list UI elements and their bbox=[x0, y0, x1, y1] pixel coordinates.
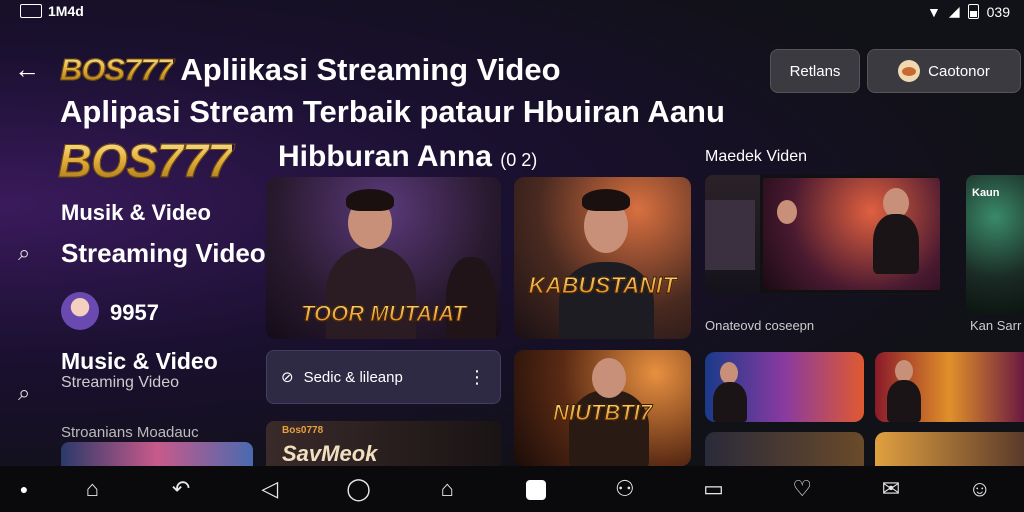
side-card-label: Kan Sarr bbox=[970, 318, 1022, 333]
page-title-line2: Aplipasi Stream Terbaik pataur Hbuiran A… bbox=[60, 94, 725, 129]
bottom-nav: ● ⌂ ↶ ◁ ◯ ⌂ ⚇ ▭ ♡ ✉ ☺ bbox=[0, 466, 1024, 512]
search-icon-2[interactable]: ⌕ bbox=[18, 380, 30, 406]
sidebar-item-sub: Streaming Video bbox=[61, 374, 179, 391]
side-screen bbox=[705, 200, 755, 270]
caotonor-label: Caotonor bbox=[928, 62, 990, 80]
sidebar-item-music-video-2[interactable]: Music & Video bbox=[61, 348, 218, 375]
video-card-6[interactable] bbox=[875, 352, 1024, 422]
dot-icon: ● bbox=[19, 481, 29, 497]
back-triangle-icon[interactable]: ◁ bbox=[225, 476, 314, 502]
brand-logo-small: BOS777 bbox=[60, 52, 175, 88]
status-right: ▼ ◢ 039 bbox=[927, 3, 1010, 20]
video-card-4[interactable]: Bos0778 SavMeok bbox=[266, 421, 501, 466]
card3-caption: NIUTBTI7 bbox=[514, 400, 691, 426]
video-card-3[interactable]: NIUTBTI7 bbox=[514, 350, 691, 466]
notification-icon bbox=[20, 4, 42, 18]
heart-icon[interactable]: ♡ bbox=[758, 476, 847, 502]
video-card-7[interactable] bbox=[705, 432, 864, 466]
status-time: 039 bbox=[986, 3, 1010, 20]
subtitle-text: Hibburan Anna bbox=[278, 140, 492, 173]
battery-icon bbox=[967, 4, 979, 19]
recents-icon[interactable] bbox=[492, 476, 581, 502]
status-left: 1M4d bbox=[20, 3, 84, 19]
status-left-text: 1M4d bbox=[48, 3, 84, 19]
chat-icon[interactable]: ◯ bbox=[314, 476, 403, 502]
home-icon[interactable]: ⌂ bbox=[48, 476, 137, 502]
tv-icon[interactable]: ▭ bbox=[669, 476, 758, 502]
profile-icon[interactable]: ☺ bbox=[935, 476, 1024, 502]
more-vert-icon[interactable]: ⋮ bbox=[468, 367, 486, 388]
tag-icon: ⊘ bbox=[281, 369, 294, 386]
card4-top: Bos0778 bbox=[282, 425, 324, 436]
page-title-line1: BOS777 Apliikasi Streaming Video bbox=[60, 52, 561, 88]
sidebar-thumbnail[interactable] bbox=[61, 442, 253, 466]
back-arrow-icon[interactable]: ← bbox=[14, 56, 42, 84]
status-bar: 1M4d ▼ ◢ 039 bbox=[0, 0, 1024, 22]
video-card-1[interactable]: TOOR MUTAIAT bbox=[266, 177, 501, 339]
undo-icon[interactable]: ↶ bbox=[137, 476, 226, 502]
video-card-2[interactable]: KABUSTANIT bbox=[514, 177, 691, 339]
user-count: 9957 bbox=[110, 300, 159, 325]
tv-caption: Onateovd coseepn bbox=[705, 318, 815, 333]
section-title: Maedek Viden bbox=[705, 148, 807, 165]
page-subtitle: Hibburan Anna (0 2) bbox=[278, 140, 537, 174]
search-icon[interactable]: ⌕ bbox=[18, 240, 30, 266]
section-label: Stroanians Moadauc bbox=[61, 424, 199, 441]
card1-caption: TOOR MUTAIAT bbox=[266, 301, 501, 327]
sidebar-item-music-video[interactable]: Musik & Video bbox=[61, 200, 211, 226]
mail-icon[interactable]: ✉ bbox=[847, 476, 936, 502]
tv-screen bbox=[760, 175, 940, 293]
video-card-8[interactable] bbox=[875, 432, 1024, 466]
avatar[interactable] bbox=[61, 292, 99, 330]
signal-icon: ◢ bbox=[948, 3, 960, 19]
wifi-icon: ▼ bbox=[927, 3, 941, 20]
subtitle-badge: (0 2) bbox=[500, 150, 538, 170]
caotonor-button[interactable]: Caotonor bbox=[867, 49, 1021, 93]
cat-avatar-icon bbox=[898, 60, 921, 82]
sidebar-item-streaming[interactable]: Streaming Video bbox=[61, 238, 266, 269]
retlans-label: Retlans bbox=[789, 62, 841, 80]
card2-caption: KABUSTANIT bbox=[514, 272, 691, 299]
tv-card[interactable] bbox=[705, 175, 940, 295]
brand-logo-large: BOS777 bbox=[57, 134, 233, 188]
house-icon[interactable]: ⌂ bbox=[403, 476, 492, 502]
option-card[interactable]: ⊘ Sedic & lileanp ⋮ bbox=[266, 350, 501, 404]
title-text-1: Apliikasi Streaming Video bbox=[180, 52, 561, 87]
side-card-top: Kaun bbox=[972, 187, 1000, 199]
card4-text: SavMeok bbox=[282, 441, 378, 466]
people-icon[interactable]: ⚇ bbox=[580, 476, 669, 502]
retlans-button[interactable]: Retlans bbox=[770, 49, 860, 93]
side-card[interactable]: Kaun bbox=[966, 175, 1024, 315]
option-label: Sedic & lileanp bbox=[303, 368, 403, 386]
video-card-5[interactable] bbox=[705, 352, 864, 422]
